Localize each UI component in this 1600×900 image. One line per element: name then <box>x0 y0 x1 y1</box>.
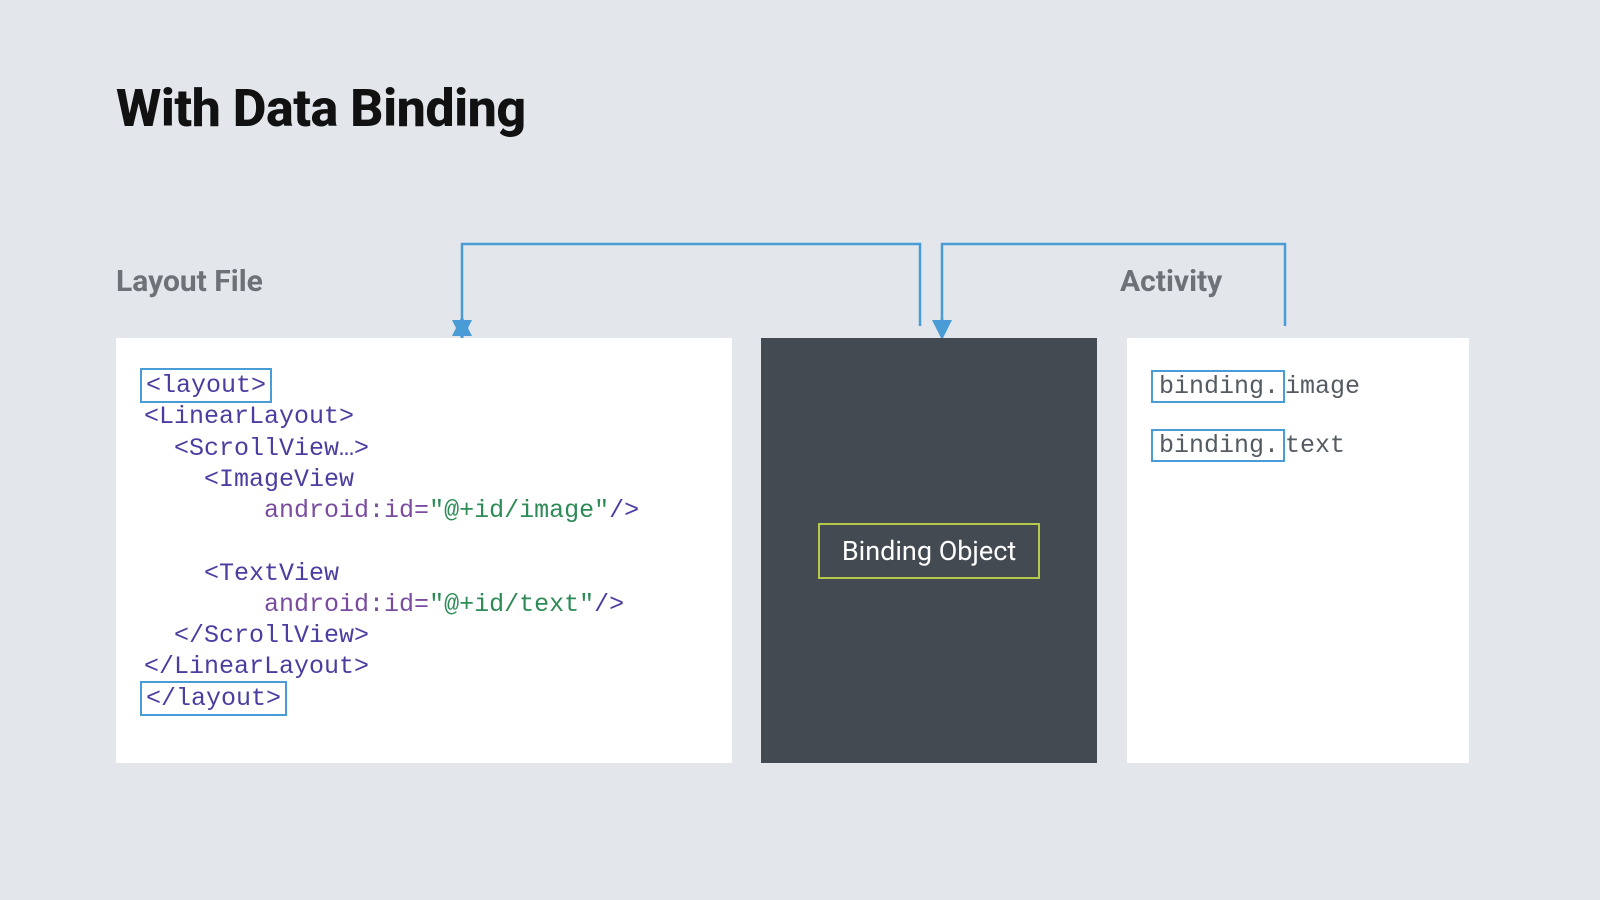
activity-code-line-1: binding.image <box>1151 370 1445 403</box>
binding-object-box: Binding Object <box>818 523 1040 579</box>
layout-xml-code: <layout> <LinearLayout> <ScrollView…> <I… <box>144 370 704 714</box>
label-layout-file: Layout File <box>116 264 263 299</box>
slide-title: With Data Binding <box>116 78 526 139</box>
activity-code-line-2: binding.text <box>1151 429 1445 462</box>
label-activity: Activity <box>1120 264 1222 299</box>
panel-layout-file: <layout> <LinearLayout> <ScrollView…> <I… <box>116 338 732 763</box>
panel-activity: binding.image binding.text <box>1127 338 1469 763</box>
panel-binding-object: Binding Object <box>761 338 1097 763</box>
